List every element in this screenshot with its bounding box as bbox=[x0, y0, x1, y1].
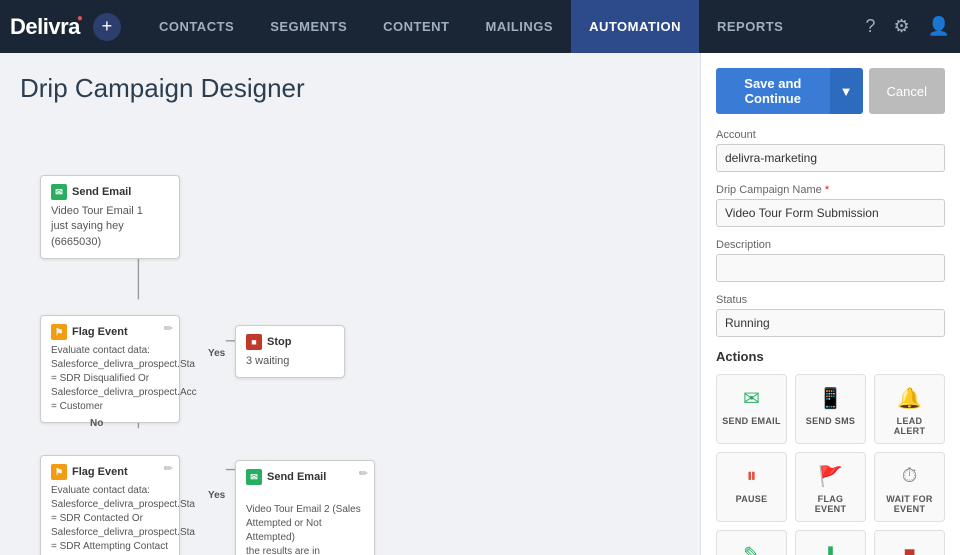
account-row: Account bbox=[716, 129, 945, 172]
wait-for-event-icon: ⏱ bbox=[902, 463, 918, 489]
flag-event-label: FLAG EVENT bbox=[801, 494, 860, 514]
canvas-area: Drip Campaign Designer ✉ bbox=[0, 53, 700, 555]
add-button[interactable]: + bbox=[93, 13, 121, 41]
actions-title: Actions bbox=[716, 349, 945, 364]
edit-icon-3[interactable]: ✏ bbox=[359, 467, 368, 480]
nav-automation[interactable]: AUTOMATION bbox=[571, 0, 699, 53]
send-email-icon: ✉ bbox=[743, 385, 760, 411]
node-flag-event-1[interactable]: ✏ ⚑ Flag Event Evaluate contact data: Sa… bbox=[40, 315, 180, 423]
node-type: Send Email bbox=[267, 471, 326, 483]
account-label: Account bbox=[716, 129, 945, 141]
send-sms-label: SEND SMS bbox=[806, 416, 855, 426]
nav-content[interactable]: CONTENT bbox=[365, 0, 467, 53]
user-icon[interactable]: 👤 bbox=[928, 16, 950, 37]
action-export-csv[interactable]: ⬇ EXPORT CSV bbox=[795, 530, 866, 555]
actions-grid: ✉ SEND EMAIL 📱 SEND SMS 🔔 LEAD ALERT ⏸ P… bbox=[716, 374, 945, 555]
description-input[interactable] bbox=[716, 254, 945, 282]
account-input[interactable] bbox=[716, 144, 945, 172]
flag-icon-2: ⚑ bbox=[51, 464, 67, 480]
yes-label-2: Yes bbox=[208, 490, 225, 501]
node-body: Evaluate contact data: Salesforce_delivr… bbox=[51, 344, 169, 414]
email-icon: ✉ bbox=[51, 184, 67, 200]
node-body-3: Video Tour Email 2 (SalesAttempted or No… bbox=[246, 489, 364, 555]
description-label: Description bbox=[716, 239, 945, 251]
edit-icon[interactable]: ✏ bbox=[164, 322, 173, 335]
node-type: Flag Event bbox=[72, 466, 128, 478]
flag-icon: ⚑ bbox=[51, 324, 67, 340]
logo-text: Delivra bbox=[10, 14, 80, 40]
send-icon: ✉ bbox=[246, 469, 262, 485]
settings-icon[interactable]: ⚙ bbox=[893, 16, 909, 37]
description-row: Description bbox=[716, 239, 945, 282]
campaign-name-label: Drip Campaign Name * bbox=[716, 184, 945, 196]
nav-icons: ? ⚙ 👤 bbox=[865, 16, 950, 37]
nav-segments[interactable]: SEGMENTS bbox=[252, 0, 365, 53]
save-dropdown-button[interactable]: ▼ bbox=[830, 68, 863, 114]
save-continue-button[interactable]: Save and Continue bbox=[716, 68, 830, 114]
stop-icon: ■ bbox=[246, 334, 262, 350]
node-type: Flag Event bbox=[72, 326, 128, 338]
cancel-button[interactable]: Cancel bbox=[869, 68, 945, 114]
page-title: Drip Campaign Designer bbox=[20, 73, 680, 104]
edit-icon-2[interactable]: ✏ bbox=[164, 462, 173, 475]
logo: Delivra● bbox=[10, 14, 83, 40]
export-csv-icon: ⬇ bbox=[822, 541, 839, 555]
status-label: Status bbox=[716, 294, 945, 306]
no-label-1: No bbox=[90, 418, 103, 429]
node-stop[interactable]: ■ Stop 3 waiting bbox=[235, 325, 345, 378]
pause-label: PAUSE bbox=[736, 494, 768, 504]
nav-links: CONTACTS SEGMENTS CONTENT MAILINGS AUTOM… bbox=[141, 0, 865, 53]
node-body: Video Tour Email 1 just saying hey (6665… bbox=[51, 204, 169, 250]
status-row: Status bbox=[716, 294, 945, 337]
sidebar: Save and Continue ▼ Cancel Account Drip … bbox=[700, 53, 960, 555]
action-send-email[interactable]: ✉ SEND EMAIL bbox=[716, 374, 787, 444]
stop-action-icon: ■ bbox=[903, 541, 915, 555]
flag-event-icon: 🚩 bbox=[818, 463, 843, 489]
node-type: Send Email bbox=[72, 186, 131, 198]
campaign-name-input[interactable] bbox=[716, 199, 945, 227]
action-send-sms[interactable]: 📱 SEND SMS bbox=[795, 374, 866, 444]
action-lead-alert[interactable]: 🔔 LEAD ALERT bbox=[874, 374, 945, 444]
status-input[interactable] bbox=[716, 309, 945, 337]
action-update-field[interactable]: ✎ UPDATE FIELD bbox=[716, 530, 787, 555]
send-email-label: SEND EMAIL bbox=[722, 416, 781, 426]
main-container: Drip Campaign Designer ✉ bbox=[0, 53, 960, 555]
nav-reports[interactable]: REPORTS bbox=[699, 0, 801, 53]
pause-icon: ⏸ bbox=[747, 463, 757, 489]
nav-mailings[interactable]: MAILINGS bbox=[468, 0, 572, 53]
nav-contacts[interactable]: CONTACTS bbox=[141, 0, 252, 53]
action-wait-for-event[interactable]: ⏱ WAIT FOR EVENT bbox=[874, 452, 945, 522]
save-cancel-group: Save and Continue ▼ Cancel bbox=[716, 68, 945, 114]
campaign-name-row: Drip Campaign Name * bbox=[716, 184, 945, 227]
node-send-email-1[interactable]: ✉ Send Email Video Tour Email 1 just say… bbox=[40, 175, 180, 259]
logo-dot: ● bbox=[77, 13, 83, 24]
node-body-2: Evaluate contact data: Salesforce_delivr… bbox=[51, 484, 169, 554]
required-star: * bbox=[822, 184, 829, 196]
action-flag-event[interactable]: 🚩 FLAG EVENT bbox=[795, 452, 866, 522]
action-pause[interactable]: ⏸ PAUSE bbox=[716, 452, 787, 522]
action-stop[interactable]: ■ STOP bbox=[874, 530, 945, 555]
lead-alert-label: LEAD ALERT bbox=[880, 416, 939, 436]
node-body: 3 waiting bbox=[246, 354, 334, 369]
node-send-email-2[interactable]: ✏ ✉ Send Email Video Tour Email 2 (Sales… bbox=[235, 460, 375, 555]
navbar: Delivra● + CONTACTS SEGMENTS CONTENT MAI… bbox=[0, 0, 960, 53]
wait-for-event-label: WAIT FOR EVENT bbox=[880, 494, 939, 514]
node-flag-event-2[interactable]: ✏ ⚑ Flag Event Evaluate contact data: Sa… bbox=[40, 455, 180, 555]
help-icon[interactable]: ? bbox=[865, 16, 875, 37]
node-type: Stop bbox=[267, 336, 291, 348]
lead-alert-icon: 🔔 bbox=[897, 385, 922, 411]
update-field-icon: ✎ bbox=[743, 541, 760, 555]
campaign-canvas: ✉ Send Email Video Tour Email 1 just say… bbox=[20, 120, 680, 555]
yes-label-1: Yes bbox=[208, 348, 225, 359]
send-sms-icon: 📱 bbox=[818, 385, 843, 411]
